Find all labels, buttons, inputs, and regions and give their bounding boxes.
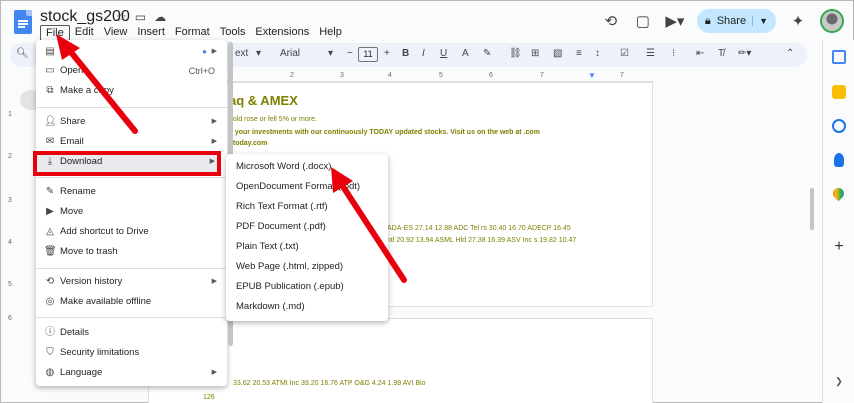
arrow-to-file-menu [56,34,138,134]
arrow-to-docx [331,167,407,283]
annotation-arrows [56,34,407,283]
